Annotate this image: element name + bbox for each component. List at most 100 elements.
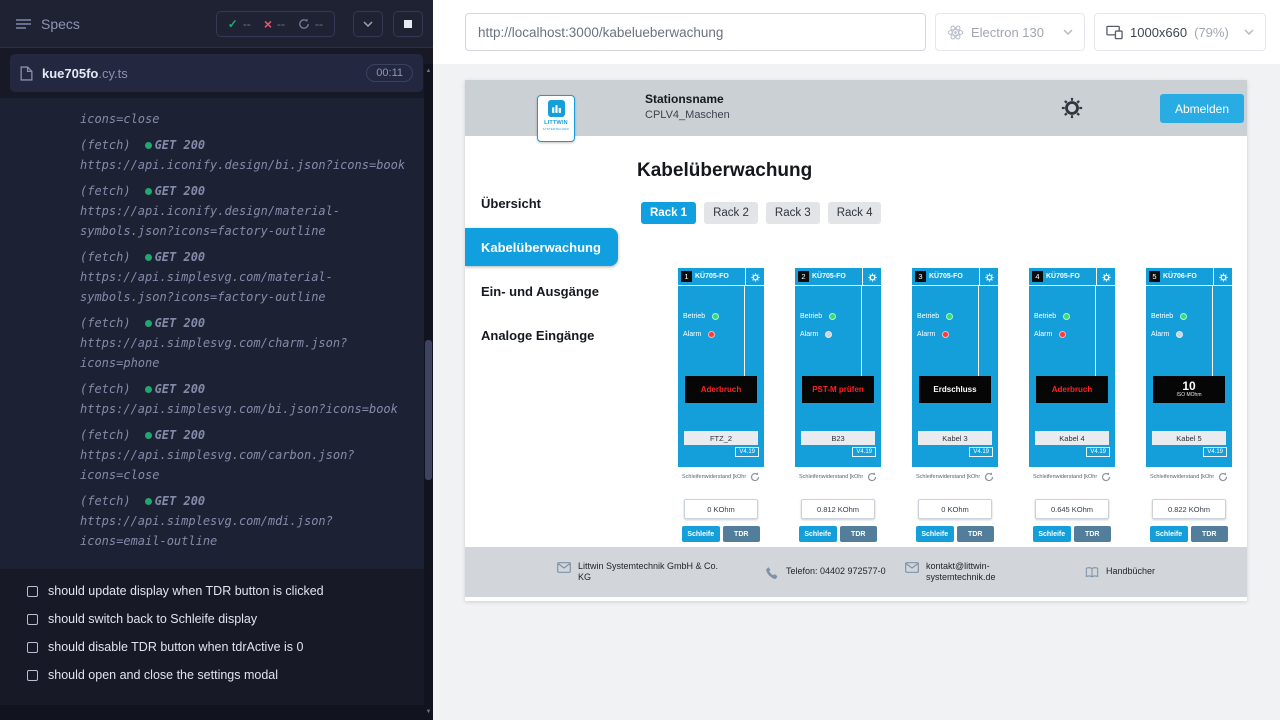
device-number-badge: 1 (681, 271, 692, 282)
card-header: 3 KÜ705-FO (912, 268, 998, 286)
request-url: https://api.simplesvg.com/carbon.json?ic… (80, 445, 413, 485)
card-settings-button[interactable] (862, 268, 881, 286)
schleife-button[interactable]: Schleife (1033, 526, 1071, 542)
viewport-select[interactable]: 1000x660 (79%) (1094, 13, 1266, 51)
sidebar-item[interactable]: Übersicht (465, 184, 637, 222)
browser-url-bar: Electron 130 1000x660 (79%) (433, 0, 1280, 64)
footer-item[interactable]: kontakt@littwin-systemtechnik.de (905, 561, 1085, 584)
sidebar-item[interactable]: Analoge Eingänge (465, 316, 637, 354)
spacer (912, 403, 998, 431)
rack-tab[interactable]: Rack 3 (766, 202, 820, 224)
reporter-scrollbar[interactable]: ▲ ▼ (424, 64, 433, 720)
url-input[interactable] (465, 13, 926, 51)
sidebar-item[interactable]: Ein- und Ausgänge (465, 272, 637, 310)
refresh-button[interactable] (867, 472, 877, 482)
logout-button[interactable]: Abmelden (1160, 94, 1244, 123)
scroll-down-arrow-icon[interactable]: ▼ (424, 708, 433, 716)
tdr-button[interactable]: TDR (957, 526, 995, 542)
app-body: Übersicht Kabelüberwachung Ein- und Ausgän… (465, 136, 1247, 601)
betrieb-led (829, 313, 836, 320)
card-settings-button[interactable] (745, 268, 764, 286)
settings-gear-button[interactable] (1061, 97, 1083, 119)
schleife-button[interactable]: Schleife (916, 526, 954, 542)
request-url: https://api.iconify.design/material-symb… (80, 201, 413, 241)
app-footer: Littwin Systemtechnik GmbH & Co. KG Tele… (465, 547, 1247, 597)
log-entry[interactable]: (fetch)GET 200 https://api.simplesvg.com… (80, 491, 413, 551)
failed-count: -- (277, 17, 285, 31)
log-entry[interactable]: (fetch)GET 200 https://api.simplesvg.com… (80, 379, 413, 419)
log-entry[interactable]: (fetch)GET 200 https://api.simplesvg.com… (80, 425, 413, 485)
spec-title: kue705fo.cy.ts (42, 66, 128, 81)
status-unit: ISO MOhm (1176, 392, 1201, 399)
test-title: should disable TDR button when tdrActive… (48, 640, 303, 654)
log-entry[interactable]: (fetch)GET 200 https://api.iconify.desig… (80, 181, 413, 241)
alarm-label: Alarm (917, 331, 935, 338)
http-status: GET 200 (155, 316, 206, 330)
refresh-button[interactable] (750, 472, 760, 482)
refresh-button[interactable] (1101, 472, 1111, 482)
log-entry[interactable]: (fetch)GET 200 https://api.iconify.desig… (80, 135, 413, 175)
refresh-button[interactable] (1218, 472, 1228, 482)
logo-title: LITTWIN (544, 120, 568, 126)
card-settings-button[interactable] (1096, 268, 1115, 286)
rack-tab[interactable]: Rack 1 (641, 202, 696, 224)
card-header: 2 KÜ705-FO (795, 268, 881, 286)
scroll-up-arrow-icon[interactable]: ▲ (424, 67, 433, 75)
device-card: 4 KÜ705-FO Be (1029, 268, 1115, 566)
stat-failed: ×-- (264, 17, 285, 31)
test-item[interactable]: should switch back to Schleife display (0, 605, 433, 633)
device-model: KÜ706-FO (1163, 273, 1197, 280)
app-header: LITTWIN SYSTEMTECHNIK Stationsname CPLV4… (465, 80, 1247, 136)
footer-item[interactable]: Telefon: 04402 972577-0 (765, 566, 905, 579)
version-row: V4.19 (912, 445, 998, 459)
scrollbar-thumb[interactable] (425, 340, 432, 480)
mode-buttons: Schleife TDR (1150, 526, 1228, 542)
horizontal-scroll-track[interactable] (0, 705, 424, 720)
device-cards: 1 KÜ705-FO Be (678, 268, 1247, 566)
measurement-header: Schleifenwiderstand [kOhm] (1150, 472, 1228, 482)
browser-select[interactable]: Electron 130 (935, 13, 1085, 51)
measurement-header: Schleifenwiderstand [kOhm] (1033, 472, 1111, 482)
footer-item[interactable]: Handbücher (1085, 566, 1155, 579)
footer-item[interactable]: Littwin Systemtechnik GmbH & Co. KG (557, 561, 765, 584)
refresh-button[interactable] (984, 472, 994, 482)
http-status: GET 200 (155, 138, 206, 152)
tdr-button[interactable]: TDR (1074, 526, 1112, 542)
status-ok-dot (145, 320, 152, 327)
betrieb-label: Betrieb (683, 313, 705, 320)
log-entry[interactable]: icons=close (80, 109, 413, 129)
littwin-logo: LITTWIN SYSTEMTECHNIK (537, 95, 575, 142)
tdr-button[interactable]: TDR (723, 526, 761, 542)
card-settings-button[interactable] (979, 268, 998, 286)
rack-tab[interactable]: Rack 2 (704, 202, 758, 224)
log-entry[interactable]: (fetch)GET 200 https://api.simplesvg.com… (80, 313, 413, 373)
schleife-button[interactable]: Schleife (799, 526, 837, 542)
tdr-button[interactable]: TDR (1191, 526, 1229, 542)
cable-name-field: B23 (801, 431, 875, 445)
specs-label[interactable]: Specs (41, 16, 80, 32)
stop-button[interactable] (393, 11, 423, 37)
spec-file-row[interactable]: kue705fo.cy.ts 00:11 (10, 54, 423, 92)
specs-menu-icon[interactable] (16, 18, 31, 30)
card-header: 5 KÜ706-FO (1146, 268, 1232, 286)
schleife-button[interactable]: Schleife (682, 526, 720, 542)
refresh-icon (1101, 472, 1111, 482)
test-item[interactable]: should update display when TDR button is… (0, 577, 433, 605)
test-item[interactable]: should disable TDR button when tdrActive… (0, 633, 433, 661)
schleife-button[interactable]: Schleife (1150, 526, 1188, 542)
log-entry[interactable]: (fetch)GET 200 https://api.simplesvg.com… (80, 247, 413, 307)
tdr-button[interactable]: TDR (840, 526, 878, 542)
rack-tab[interactable]: Rack 4 (828, 202, 882, 224)
spec-file-icon (20, 66, 33, 81)
refresh-icon (984, 472, 994, 482)
sidebar-item[interactable]: Kabelüberwachung (465, 228, 618, 266)
device-model: KÜ705-FO (1046, 273, 1080, 280)
device-card: 3 KÜ705-FO Be (912, 268, 998, 566)
gear-icon (751, 273, 760, 282)
status-display: Aderbruch (685, 376, 757, 403)
betrieb-row: Betrieb (1146, 307, 1232, 325)
collapse-runs-button[interactable] (353, 11, 383, 37)
spacer (795, 403, 881, 431)
test-item[interactable]: should open and close the settings modal (0, 661, 433, 689)
card-settings-button[interactable] (1213, 268, 1232, 286)
